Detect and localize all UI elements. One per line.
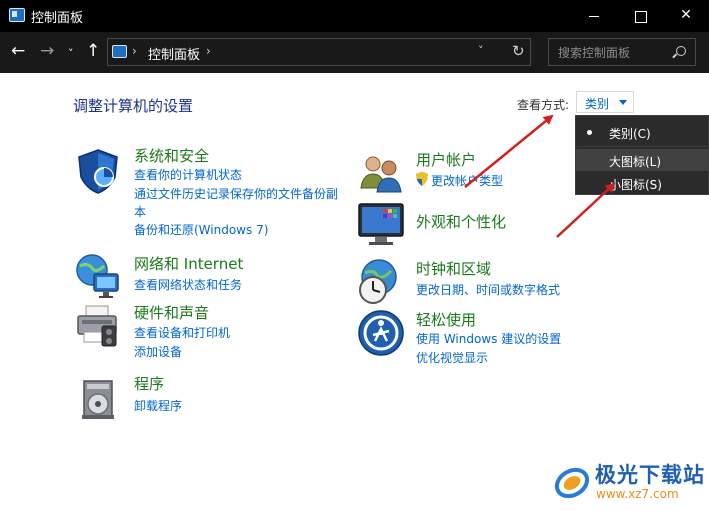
link-backup-restore[interactable]: 备份和还原(Windows 7) bbox=[134, 221, 268, 238]
category-title[interactable]: 外观和个性化 bbox=[416, 211, 506, 232]
programs-disc-icon[interactable] bbox=[74, 375, 122, 423]
link-uninstall-program[interactable]: 卸载程序 bbox=[134, 397, 182, 414]
link-add-device[interactable]: 添加设备 bbox=[134, 343, 182, 360]
navigation-bar: ← → ˅ ↑ › 控制面板 › ˅ ↻ 搜索控制面板 bbox=[0, 32, 709, 73]
link-devices-printers[interactable]: 查看设备和打印机 bbox=[134, 324, 230, 341]
maximize-button[interactable] bbox=[617, 0, 663, 32]
control-panel-icon bbox=[112, 45, 127, 58]
control-panel-icon bbox=[9, 8, 25, 22]
clock-globe-icon[interactable] bbox=[357, 257, 405, 305]
chevron-right-icon[interactable]: › bbox=[206, 44, 211, 58]
menu-item-label[interactable]: 小图标(S) bbox=[609, 176, 662, 193]
category-title[interactable]: 轻松使用 bbox=[416, 309, 476, 330]
link-file-history[interactable]: 通过文件历史记录保存你的文件备份副 bbox=[134, 185, 338, 202]
title-bar: 控制面板 ✕ bbox=[0, 0, 709, 32]
chevron-down-icon[interactable]: ˅ bbox=[478, 44, 484, 57]
link-network-status[interactable]: 查看网络状态和任务 bbox=[134, 276, 242, 293]
watermark-title: 极光下载站 bbox=[595, 463, 705, 487]
link-date-time-format[interactable]: 更改日期、时间或数字格式 bbox=[416, 281, 560, 298]
search-placeholder: 搜索控制面板 bbox=[558, 46, 631, 60]
menu-divider bbox=[577, 146, 707, 147]
search-icon[interactable] bbox=[676, 46, 686, 56]
close-button[interactable]: ✕ bbox=[663, 0, 709, 32]
selected-dot-icon bbox=[587, 130, 592, 135]
view-by-label: 查看方式: bbox=[517, 98, 570, 112]
forward-icon[interactable]: → bbox=[40, 41, 54, 61]
view-by-value[interactable]: 类别 bbox=[585, 95, 609, 112]
printer-icon[interactable] bbox=[74, 302, 122, 350]
link-change-account-type[interactable]: 更改帐户类型 bbox=[431, 172, 503, 189]
accessibility-icon[interactable] bbox=[357, 309, 405, 357]
uac-shield-icon bbox=[416, 172, 428, 186]
back-icon[interactable]: ← bbox=[11, 41, 25, 61]
menu-item-label[interactable]: 大图标(L) bbox=[609, 153, 661, 170]
category-title[interactable]: 网络和 Internet bbox=[134, 253, 243, 274]
triangle-down-icon[interactable] bbox=[619, 100, 627, 105]
category-title[interactable]: 硬件和声音 bbox=[134, 302, 209, 323]
watermark-logo-icon bbox=[554, 467, 590, 499]
up-icon[interactable]: ↑ bbox=[86, 41, 100, 61]
view-by-dropdown[interactable]: 类别 bbox=[576, 91, 634, 113]
link-view-computer-status[interactable]: 查看你的计算机状态 bbox=[134, 166, 242, 183]
menu-item-label[interactable]: 类别(C) bbox=[609, 125, 651, 142]
recent-locations-icon[interactable]: ˅ bbox=[68, 44, 74, 64]
menu-item-category[interactable]: 类别(C) bbox=[576, 121, 709, 143]
category-title[interactable]: 用户帐户 bbox=[416, 149, 476, 170]
watermark-url: www.xz7.com bbox=[596, 487, 679, 501]
shield-icon[interactable] bbox=[74, 147, 122, 195]
link-optimize-visual[interactable]: 优化视觉显示 bbox=[416, 349, 488, 366]
category-title[interactable]: 系统和安全 bbox=[134, 145, 209, 166]
menu-item-large-icons[interactable]: 大图标(L) bbox=[576, 149, 709, 171]
users-icon[interactable] bbox=[357, 150, 405, 198]
minimize-button[interactable] bbox=[571, 0, 617, 32]
link-file-history-cont[interactable]: 本 bbox=[134, 203, 146, 220]
category-title[interactable]: 时钟和区域 bbox=[416, 258, 491, 279]
breadcrumb-control-panel[interactable]: 控制面板 bbox=[148, 44, 200, 63]
watermark: 极光下载站 www.xz7.com bbox=[552, 457, 705, 505]
menu-item-small-icons[interactable]: 小图标(S) bbox=[576, 172, 709, 194]
monitor-palette-icon[interactable] bbox=[357, 200, 405, 248]
category-title[interactable]: 程序 bbox=[134, 373, 164, 394]
search-input[interactable]: 搜索控制面板 bbox=[548, 38, 696, 66]
window-title: 控制面板 bbox=[31, 11, 84, 26]
link-recommended-settings[interactable]: 使用 Windows 建议的设置 bbox=[416, 330, 561, 347]
refresh-icon[interactable]: ↻ bbox=[512, 42, 525, 60]
chevron-right-icon[interactable]: › bbox=[132, 44, 137, 58]
page-title: 调整计算机的设置 bbox=[73, 97, 194, 115]
view-by-menu: 类别(C) 大图标(L) 小图标(S) bbox=[575, 115, 709, 195]
network-globe-icon[interactable] bbox=[74, 252, 122, 300]
address-bar[interactable]: › 控制面板 › ˅ ↻ bbox=[107, 38, 531, 66]
